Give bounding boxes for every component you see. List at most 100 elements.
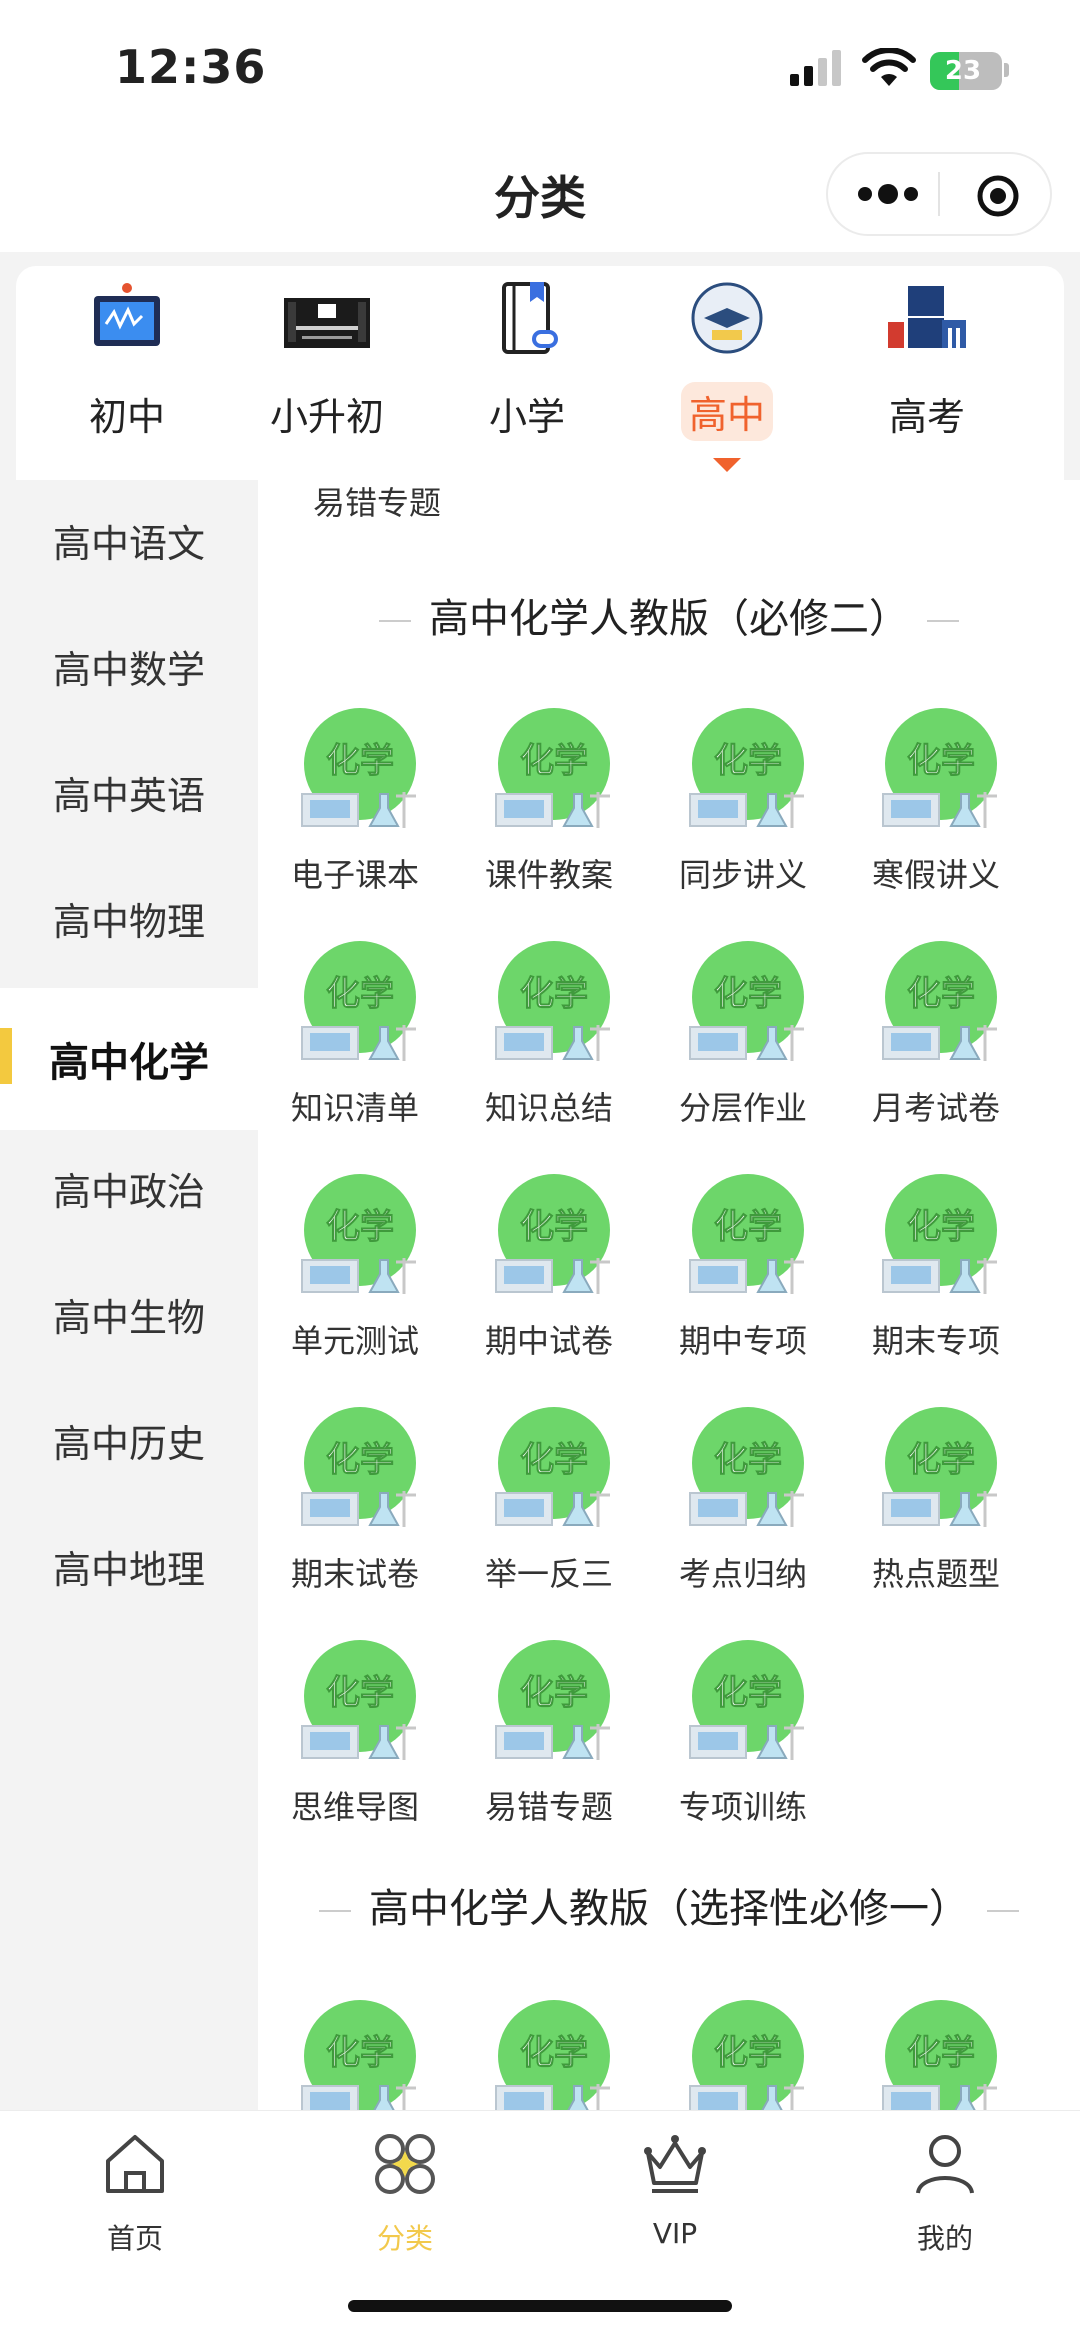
tab-mine[interactable]: 我的	[810, 2125, 1080, 2265]
chemistry-icon: 化学	[882, 941, 997, 1061]
sidebar-item-chemistry[interactable]: 高中化学	[0, 988, 258, 1130]
chemistry-icon: 化学	[495, 1407, 610, 1527]
resource-item-label[interactable]: 易错专题	[313, 480, 441, 524]
resource-tile-label: 电子课本	[290, 856, 419, 894]
svg-text:化学: 化学	[326, 1440, 394, 1480]
resource-tile[interactable]: 化学期末专项	[841, 1174, 1031, 1374]
resource-tile[interactable]: 化学 知识总结	[454, 941, 644, 1141]
resource-tile[interactable]: 化学	[648, 2000, 838, 2110]
chemistry-icon: 化学	[689, 1407, 804, 1527]
section-title: 高中化学人教版（必修二）	[258, 586, 1080, 644]
more-icon[interactable]	[858, 180, 918, 208]
category-junior-high[interactable]: 初中	[27, 280, 227, 470]
resource-tile[interactable]: 化学	[841, 2000, 1031, 2110]
sidebar-item-geography[interactable]: 高中地理	[0, 1506, 258, 1626]
crown-icon	[644, 2135, 706, 2193]
resource-tile[interactable]: 化学	[260, 2000, 450, 2110]
category-high-school[interactable]: 高中	[627, 280, 827, 472]
chemistry-icon: 化学	[301, 708, 416, 828]
chemistry-icon: 化学	[689, 941, 804, 1061]
home-indicator	[348, 2300, 732, 2312]
resource-tile[interactable]: 化学 期中专项	[648, 1174, 838, 1374]
chemistry-icon: 化学	[689, 708, 804, 828]
svg-text:化学: 化学	[326, 741, 394, 781]
whiteboard-icon	[94, 283, 160, 346]
sidebar-item-physics[interactable]: 高中物理	[0, 858, 258, 978]
resource-tile[interactable]: 化学 思维导图	[260, 1640, 450, 1840]
resource-tile[interactable]: 化学电子课本	[260, 708, 450, 908]
resource-tile[interactable]: 化学 课件教案	[454, 708, 644, 908]
title-bar: 分类	[0, 140, 1080, 252]
resource-tile-label: 单元测试	[290, 1322, 419, 1360]
chemistry-icon: 化学	[495, 1174, 610, 1294]
resource-tile[interactable]: 化学 知识清单	[260, 941, 450, 1141]
tab-label: 首页	[106, 2222, 163, 2255]
resource-tile[interactable]: 化学单元测试	[260, 1174, 450, 1374]
resource-tile[interactable]: 化学 分层作业	[648, 941, 838, 1141]
chemistry-icon: 化学	[882, 1174, 997, 1294]
sidebar-item-english[interactable]: 高中英语	[0, 732, 258, 852]
tab-category[interactable]: 分类	[270, 2125, 540, 2265]
svg-text:化学: 化学	[907, 741, 975, 781]
resource-tile[interactable]: 化学 期中试卷	[454, 1174, 644, 1374]
tab-home[interactable]: 首页	[0, 2125, 270, 2265]
svg-text:化学: 化学	[714, 2033, 782, 2073]
active-indicator-arrow	[713, 458, 741, 472]
resource-tile[interactable]: 化学 同步讲义	[648, 708, 838, 908]
sidebar-item-math[interactable]: 高中数学	[0, 606, 258, 726]
battery-nub	[1004, 63, 1009, 77]
resource-tile-label: 知识清单	[290, 1089, 419, 1127]
chemistry-icon: 化学	[689, 1174, 804, 1294]
sidebar-item-biology[interactable]: 高中生物	[0, 1254, 258, 1374]
chemistry-icon: 化学	[495, 941, 610, 1061]
category-primary-to-junior[interactable]: 小升初	[227, 280, 427, 470]
resource-tile[interactable]: 化学易错专题	[454, 1640, 644, 1840]
tab-label: 分类	[376, 2222, 433, 2255]
category-label: 高中	[680, 382, 774, 441]
chemistry-icon: 化学	[882, 708, 997, 828]
chemistry-icon: 化学	[301, 1174, 416, 1294]
svg-text:化学: 化学	[326, 2033, 394, 2073]
svg-text:化学: 化学	[520, 1207, 588, 1247]
chemistry-icon: 化学	[882, 2000, 997, 2110]
resource-tile[interactable]: 化学	[454, 2000, 644, 2110]
resource-tile-label: 期末专项	[871, 1322, 1000, 1360]
banner-icon	[284, 298, 370, 348]
resource-tile[interactable]: 化学 寒假讲义	[841, 708, 1031, 908]
tab-vip[interactable]: VIP	[540, 2125, 810, 2265]
tab-label: 我的	[916, 2222, 973, 2255]
chemistry-icon: 化学	[301, 2000, 416, 2110]
sidebar-item-politics[interactable]: 高中政治	[0, 1128, 258, 1248]
svg-text:化学: 化学	[714, 1673, 782, 1713]
close-miniprogram-icon[interactable]	[976, 174, 1020, 218]
subject-sidebar: 高中语文 高中数学 高中英语 高中物理 高中化学 高中政治 高中生物 高中历史 …	[0, 480, 258, 2110]
home-icon	[106, 2135, 164, 2193]
category-icon	[375, 2134, 435, 2194]
battery-level: 23	[944, 56, 982, 86]
svg-text:化学: 化学	[714, 1207, 782, 1247]
category-strip: 初中 小升初 小学 高中 高考	[0, 252, 1080, 480]
category-primary[interactable]: 小学	[427, 280, 627, 470]
resource-tile[interactable]: 化学 专项训练	[648, 1640, 838, 1840]
sidebar-item-history[interactable]: 高中历史	[0, 1380, 258, 1500]
user-icon	[916, 2135, 974, 2194]
category-label: 初中	[88, 395, 165, 439]
category-label: 小升初	[269, 395, 384, 439]
resource-tile[interactable]: 化学月考试卷	[841, 941, 1031, 1141]
miniprogram-capsule	[826, 152, 1052, 236]
svg-text:化学: 化学	[714, 741, 782, 781]
resource-tile-label: 易错专题	[484, 1788, 613, 1826]
sidebar-item-chinese[interactable]: 高中语文	[0, 480, 258, 600]
chemistry-icon: 化学	[495, 2000, 610, 2110]
resource-grid: 易错专题 高中化学人教版（必修二） 化学 电子课本 化学 课件教案 化学 同步讲义 化学 寒假…	[258, 480, 1080, 2110]
resource-tile[interactable]: 化学 热点题型	[841, 1407, 1031, 1607]
resource-tile[interactable]: 化学 考点归纳	[648, 1407, 838, 1607]
chemistry-icon: 化学	[495, 1640, 610, 1760]
resource-tile[interactable]: 化学举一反三	[454, 1407, 644, 1607]
resource-tile-label: 月考试卷	[871, 1089, 1000, 1127]
resource-tile-label: 举一反三	[484, 1555, 613, 1593]
category-gaokao[interactable]: 高考	[827, 280, 1027, 470]
category-label: 小学	[488, 395, 565, 439]
chemistry-icon: 化学	[689, 1640, 804, 1760]
resource-tile[interactable]: 化学 期末试卷	[260, 1407, 450, 1607]
